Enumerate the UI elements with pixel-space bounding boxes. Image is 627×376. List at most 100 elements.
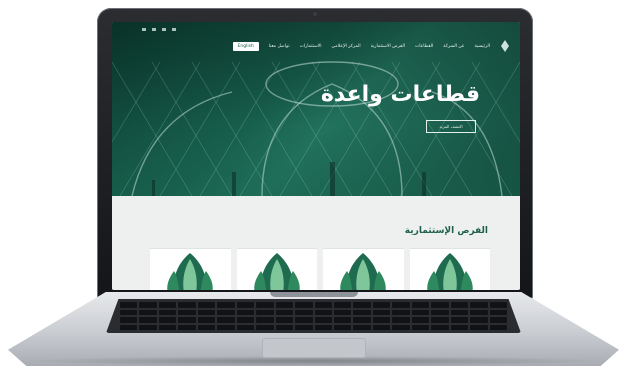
keyboard-key	[139, 317, 157, 323]
keyboard-key	[197, 317, 216, 323]
laptop-keyboard	[106, 299, 521, 333]
keyboard-key	[392, 302, 410, 308]
keyboard-key	[450, 309, 469, 315]
keyboard-key	[295, 302, 313, 308]
keyboard-key	[392, 309, 410, 315]
leaf-emblem-icon	[501, 40, 509, 52]
keyboard-key	[333, 302, 352, 308]
hero-cta-button[interactable]: اكتشف المزيد	[426, 120, 476, 133]
leaf-emblem-icon	[254, 253, 300, 290]
section-title: الفرص الإستثمارية	[404, 226, 488, 236]
nav-item-sectors[interactable]: القطاعات	[415, 44, 433, 49]
keyboard-key	[450, 324, 469, 330]
nav-item-about[interactable]: عن الشركة	[443, 44, 464, 49]
keyboard-key	[489, 324, 507, 330]
keyboard-key	[314, 324, 332, 330]
keyboard-key	[120, 324, 138, 330]
keyboard-key	[236, 309, 255, 315]
keyboard-key	[431, 324, 449, 330]
nav-item-media[interactable]: المركز الإعلامي	[332, 44, 361, 49]
keyboard-key	[178, 302, 196, 308]
keyboard-key	[411, 324, 430, 330]
leaf-emblem-icon	[167, 253, 213, 290]
keyboard-key	[139, 309, 157, 315]
keyboard-key	[139, 302, 157, 308]
keyboard-key	[256, 324, 274, 330]
keyboard-key	[217, 309, 235, 315]
keyboard-key	[450, 302, 469, 308]
keyboard-key	[275, 324, 294, 330]
keyboard-key	[333, 324, 352, 330]
keyboard-key	[120, 317, 138, 323]
keyboard-key	[489, 317, 507, 323]
keyboard-key	[392, 324, 410, 330]
keyboard-key	[275, 309, 294, 315]
opportunity-card[interactable]	[150, 248, 231, 290]
keyboard-key	[470, 309, 488, 315]
keyboard-key	[295, 317, 313, 323]
keyboard-key	[236, 324, 255, 330]
hero-title: قطاعات واعدة	[320, 82, 480, 107]
language-button[interactable]: English	[232, 41, 259, 51]
keyboard-key	[256, 317, 274, 323]
keyboard-key	[275, 302, 294, 308]
keyboard-key	[120, 309, 138, 315]
keyboard-key	[275, 317, 294, 323]
keyboard-key	[158, 302, 177, 308]
opportunity-card[interactable]	[323, 248, 404, 290]
keyboard-key	[353, 317, 371, 323]
keyboard-key	[314, 317, 332, 323]
keyboard-key	[236, 302, 255, 308]
keyboard-key	[295, 324, 313, 330]
keyboard-key	[139, 324, 157, 330]
investment-section: الفرص الإستثمارية	[112, 196, 520, 290]
keyboard-key	[314, 302, 332, 308]
keyboard-key	[158, 309, 177, 315]
keyboard-key	[353, 302, 371, 308]
keyboard-key	[353, 324, 371, 330]
keyboard-key	[256, 302, 274, 308]
site-logo[interactable]	[500, 40, 510, 52]
keyboard-key	[178, 324, 196, 330]
main-nav: الرئيسية عن الشركة القطاعات الفرص الاستث…	[112, 22, 520, 70]
laptop-hinge	[270, 292, 358, 297]
keyboard-key	[217, 324, 235, 330]
keyboard-key	[431, 317, 449, 323]
nav-item-contact[interactable]: تواصل معنا	[269, 44, 290, 49]
keyboard-key	[314, 309, 332, 315]
keyboard-key	[217, 317, 235, 323]
keyboard-key	[470, 317, 488, 323]
keyboard-key	[178, 309, 196, 315]
keyboard-key	[353, 309, 371, 315]
opportunity-cards	[150, 248, 490, 290]
keyboard-key	[197, 309, 216, 315]
keyboard-key	[236, 317, 255, 323]
browser-screen: الرئيسية عن الشركة القطاعات الفرص الاستث…	[112, 22, 520, 290]
keyboard-key	[431, 309, 449, 315]
nav-item-opportunities[interactable]: الفرص الاستثمارية	[371, 44, 405, 49]
keyboard-key	[489, 302, 507, 308]
opportunity-card[interactable]	[236, 248, 317, 290]
keyboard-key	[197, 324, 216, 330]
keyboard-key	[392, 317, 410, 323]
keyboard-key	[431, 302, 449, 308]
keyboard-key	[450, 317, 469, 323]
keyboard-key	[197, 302, 216, 308]
leaf-emblem-icon	[427, 253, 473, 290]
nav-item-home[interactable]: الرئيسية	[475, 44, 491, 49]
keyboard-key	[158, 324, 177, 330]
leaf-emblem-icon	[340, 253, 386, 290]
keyboard-key	[411, 309, 430, 315]
keyboard-key	[470, 302, 488, 308]
hero-banner: الرئيسية عن الشركة القطاعات الفرص الاستث…	[112, 22, 520, 196]
keyboard-key	[256, 309, 274, 315]
opportunity-card[interactable]	[409, 248, 490, 290]
keyboard-key	[411, 317, 430, 323]
laptop-trackpad	[262, 338, 366, 358]
nav-item-investments[interactable]: الاستثمارات	[300, 44, 322, 49]
keyboard-key	[333, 317, 352, 323]
camera-icon	[313, 12, 317, 16]
keyboard-key	[295, 309, 313, 315]
keyboard-key	[120, 302, 138, 308]
keyboard-key	[217, 302, 235, 308]
